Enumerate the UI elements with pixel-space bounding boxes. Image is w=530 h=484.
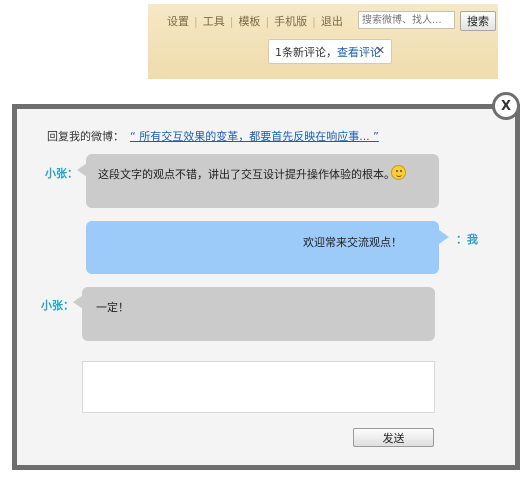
- search-button[interactable]: 搜索: [460, 11, 496, 31]
- nav-logout-link[interactable]: 退出: [316, 13, 348, 29]
- nav-tools-link[interactable]: 工具: [198, 13, 230, 29]
- nav-settings-link[interactable]: 设置: [162, 13, 194, 29]
- message-text: 欢迎常来交流观点！: [303, 236, 402, 249]
- sender-name: 小张：: [41, 299, 74, 312]
- new-comment-notification: 1条新评论， 查看评论 ✕: [268, 39, 392, 64]
- message-text: 这段文字的观点不错，讲出了交互设计提升操作体验的根本。: [98, 168, 395, 181]
- message-text: 一定！: [96, 301, 129, 314]
- reply-textarea[interactable]: [82, 361, 435, 413]
- nav-templates-link[interactable]: 模板: [233, 13, 265, 29]
- notification-text: 1条新评论，: [275, 45, 337, 59]
- bubble-tail: [439, 230, 449, 244]
- top-nav-bar: 设置 | 工具 | 模板 | 手机版 | 退出 搜索 1条新评论， 查看评论 ✕: [148, 4, 498, 79]
- reply-prefix: 回复我的微博：: [47, 130, 124, 143]
- original-post-link[interactable]: “ 所有交互效果的变革，都要首先反映在响应事... ”: [130, 130, 379, 143]
- nav-links: 设置 | 工具 | 模板 | 手机版 | 退出: [162, 13, 348, 29]
- message-bubble: 一定！: [82, 287, 435, 341]
- sender-name: 小张：: [45, 167, 78, 180]
- search-input[interactable]: [358, 11, 455, 29]
- send-button[interactable]: 发送: [353, 428, 434, 447]
- view-comments-link[interactable]: 查看评论: [337, 44, 381, 60]
- sender-name-self: ：我: [456, 233, 478, 246]
- smiley-icon: [391, 165, 406, 180]
- notification-close-icon[interactable]: ✕: [376, 44, 385, 57]
- message-bubble: 这段文字的观点不错，讲出了交互设计提升操作体验的根本。: [86, 154, 439, 208]
- dialog-close-button[interactable]: X: [492, 92, 520, 120]
- nav-mobile-link[interactable]: 手机版: [269, 13, 312, 29]
- reply-context: 回复我的微博： “ 所有交互效果的变革，都要首先反映在响应事... ”: [47, 128, 379, 144]
- message-bubble-self: 欢迎常来交流观点！: [86, 221, 439, 274]
